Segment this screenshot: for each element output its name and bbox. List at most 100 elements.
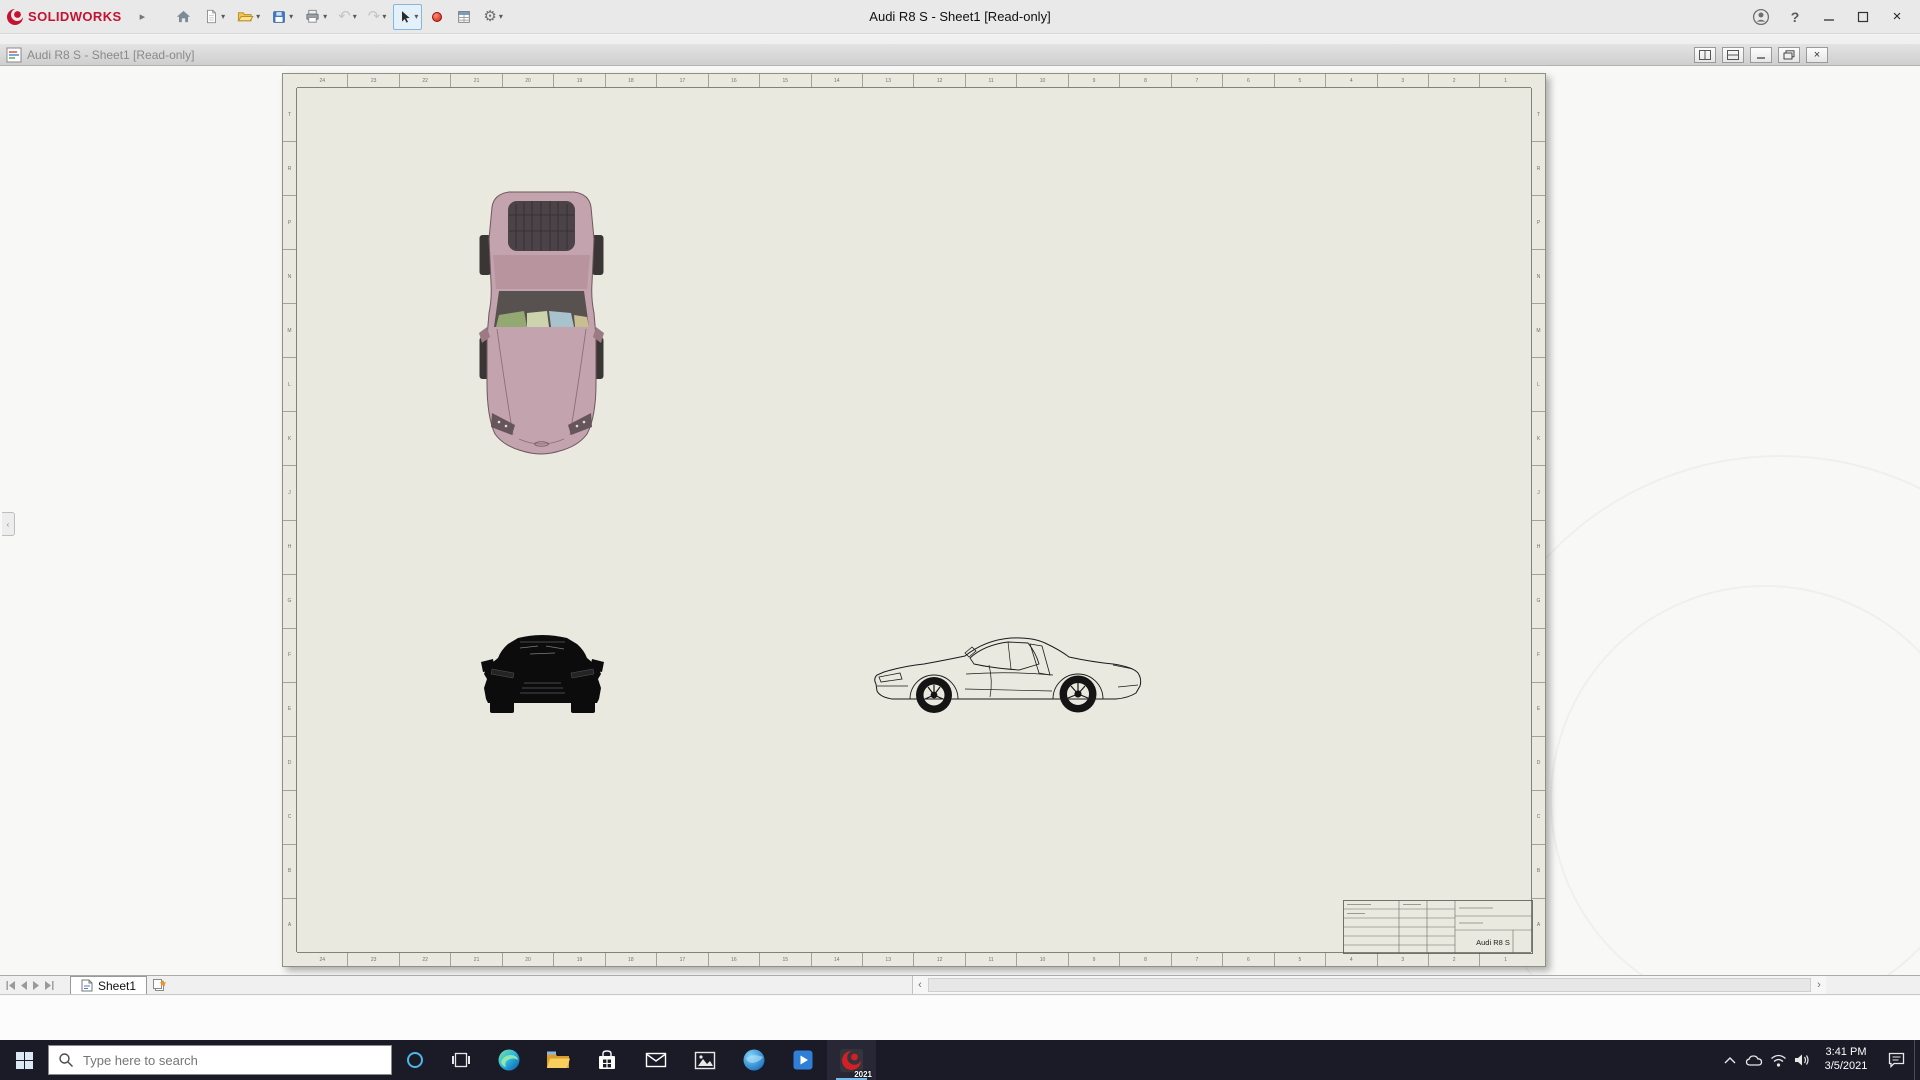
options-button[interactable]: ⚙ ▾ <box>479 4 506 30</box>
split-view-button[interactable] <box>1694 46 1716 63</box>
save-dropdown[interactable]: ▾ <box>289 12 293 21</box>
previous-sheet-button[interactable] <box>20 980 28 990</box>
zone-label: J <box>283 466 296 521</box>
tab-sheet1[interactable]: Sheet1 <box>70 976 148 994</box>
zone-label: H <box>283 521 296 575</box>
drawing-document-icon <box>6 47 22 62</box>
maximize-button[interactable] <box>1846 2 1880 32</box>
doc-minimize-button[interactable] <box>1750 46 1772 63</box>
solidworks-app-icon <box>840 1048 863 1072</box>
zone-label: 6 <box>1223 953 1275 966</box>
taskbar-icon-store[interactable] <box>582 1040 631 1080</box>
last-sheet-button[interactable] <box>44 980 54 990</box>
zone-label: 16 <box>709 74 761 87</box>
zone-label: 18 <box>606 74 658 87</box>
zone-label: L <box>1532 358 1545 413</box>
zone-label: J <box>1532 466 1545 521</box>
solidworks-logo[interactable]: SOLIDWORKS ▸ <box>6 8 145 26</box>
print-dropdown[interactable]: ▾ <box>323 12 327 21</box>
taskbar-search[interactable] <box>48 1045 392 1075</box>
undo-icon: ↶ <box>338 8 351 25</box>
doc-close-button[interactable]: × <box>1806 46 1828 63</box>
zone-label: M <box>1532 304 1545 359</box>
drawing-view-top[interactable] <box>479 187 604 457</box>
save-button[interactable]: ▾ <box>267 4 297 30</box>
document-title: Audi R8 S - Sheet1 [Read-only] <box>27 47 195 62</box>
zone-label: 12 <box>914 953 966 966</box>
zone-label: 9 <box>1069 953 1121 966</box>
redo-button[interactable]: ↷ ▾ <box>364 4 391 30</box>
zone-label: 3 <box>1378 953 1429 966</box>
action-center-button[interactable] <box>1878 1040 1914 1080</box>
close-button[interactable]: × <box>1880 2 1914 32</box>
first-sheet-button[interactable] <box>6 980 16 990</box>
zone-label: 23 <box>348 74 400 87</box>
minimize-button[interactable] <box>1812 2 1846 32</box>
user-account-button[interactable] <box>1744 2 1778 32</box>
open-dropdown[interactable]: ▾ <box>256 12 260 21</box>
clock[interactable]: 3:41 PM 3/5/2021 <box>1814 1046 1878 1074</box>
zone-label: C <box>1532 791 1545 845</box>
taskbar-icon-edge[interactable] <box>484 1040 533 1080</box>
undo-dropdown[interactable]: ▾ <box>353 12 357 21</box>
media-play-icon <box>793 1050 812 1070</box>
taskbar-icon-photos[interactable] <box>680 1040 729 1080</box>
tile-view-button[interactable] <box>1722 46 1744 63</box>
open-button[interactable]: ▾ <box>232 4 264 30</box>
menu-expand-arrow[interactable]: ▸ <box>140 10 146 23</box>
zone-label: 17 <box>657 74 709 87</box>
doc-restore-icon <box>1783 49 1795 59</box>
taskbar-icon-media-player[interactable] <box>778 1040 827 1080</box>
edge-icon <box>498 1049 519 1071</box>
add-sheet-button[interactable] <box>147 976 171 994</box>
volume-tray-icon[interactable] <box>1790 1040 1814 1080</box>
sheet-properties-button[interactable] <box>452 4 476 30</box>
scroll-right-arrow[interactable]: › <box>1812 979 1826 991</box>
zone-label: C <box>283 791 296 845</box>
print-button[interactable]: ▾ <box>300 4 331 30</box>
scrollbar-thumb[interactable] <box>928 978 1811 992</box>
print-icon <box>306 9 319 23</box>
taskbar-icon-solidworks[interactable]: 2021 <box>827 1040 876 1080</box>
select-tool-button[interactable]: ▾ <box>393 3 423 30</box>
zone-label: N <box>283 250 296 305</box>
undo-button[interactable]: ↶ ▾ <box>334 4 361 30</box>
drawing-view-front[interactable] <box>480 633 605 717</box>
mouse-gesture-button[interactable] <box>425 4 449 30</box>
horizontal-scrollbar[interactable]: ‹ › <box>912 976 1826 994</box>
task-view-button[interactable] <box>438 1040 484 1080</box>
onedrive-tray-icon[interactable] <box>1742 1040 1766 1080</box>
doc-restore-button[interactable] <box>1778 46 1800 63</box>
redo-dropdown[interactable]: ▾ <box>382 12 386 21</box>
new-document-icon <box>207 9 216 24</box>
help-button[interactable]: ? <box>1778 2 1812 32</box>
zone-label: N <box>1532 250 1545 305</box>
taskbar-icon-browser[interactable] <box>729 1040 778 1080</box>
network-tray-icon[interactable] <box>1766 1040 1790 1080</box>
start-button[interactable] <box>0 1040 48 1080</box>
featuremanager-collapsed-tab[interactable]: ‹ <box>2 512 15 536</box>
search-input[interactable] <box>49 1046 391 1074</box>
open-folder-icon <box>237 12 254 22</box>
cortana-button[interactable] <box>392 1040 438 1080</box>
next-sheet-button[interactable] <box>32 980 40 990</box>
sheet-zone-strip-left: TRPNMLKJHGFEDCB A <box>283 88 297 952</box>
home-button[interactable] <box>171 4 196 30</box>
taskbar-icon-mail[interactable] <box>631 1040 680 1080</box>
zone-label: 1 <box>1504 77 1508 84</box>
drawing-view-side[interactable] <box>870 629 1147 718</box>
zone-label: 11 <box>966 74 1018 87</box>
scroll-left-arrow[interactable]: ‹ <box>913 979 927 991</box>
hidden-icons-button[interactable] <box>1718 1040 1742 1080</box>
zone-label: 15 <box>760 74 812 87</box>
select-tool-dropdown[interactable]: ▾ <box>414 12 418 21</box>
taskbar-icon-file-explorer[interactable] <box>533 1040 582 1080</box>
zone-label: 5 <box>1275 953 1327 966</box>
new-document-button[interactable]: ▾ <box>199 4 229 30</box>
show-desktop-button[interactable] <box>1914 1040 1920 1080</box>
drawing-sheet[interactable]: 24 23 22 21 20 19 18 17 16 15 14 13 12 11 10 9 8 7 6 5 4 3 2 1 … <box>282 73 1546 967</box>
new-document-dropdown[interactable]: ▾ <box>221 12 225 21</box>
add-sheet-icon <box>153 979 167 991</box>
graphics-area[interactable]: ‹ 24 23 22 21 20 19 18 17 16 15 14 13 12 11 10 9 8 7 6 5 4 3 2… <box>0 66 1920 975</box>
options-dropdown[interactable]: ▾ <box>499 12 503 21</box>
